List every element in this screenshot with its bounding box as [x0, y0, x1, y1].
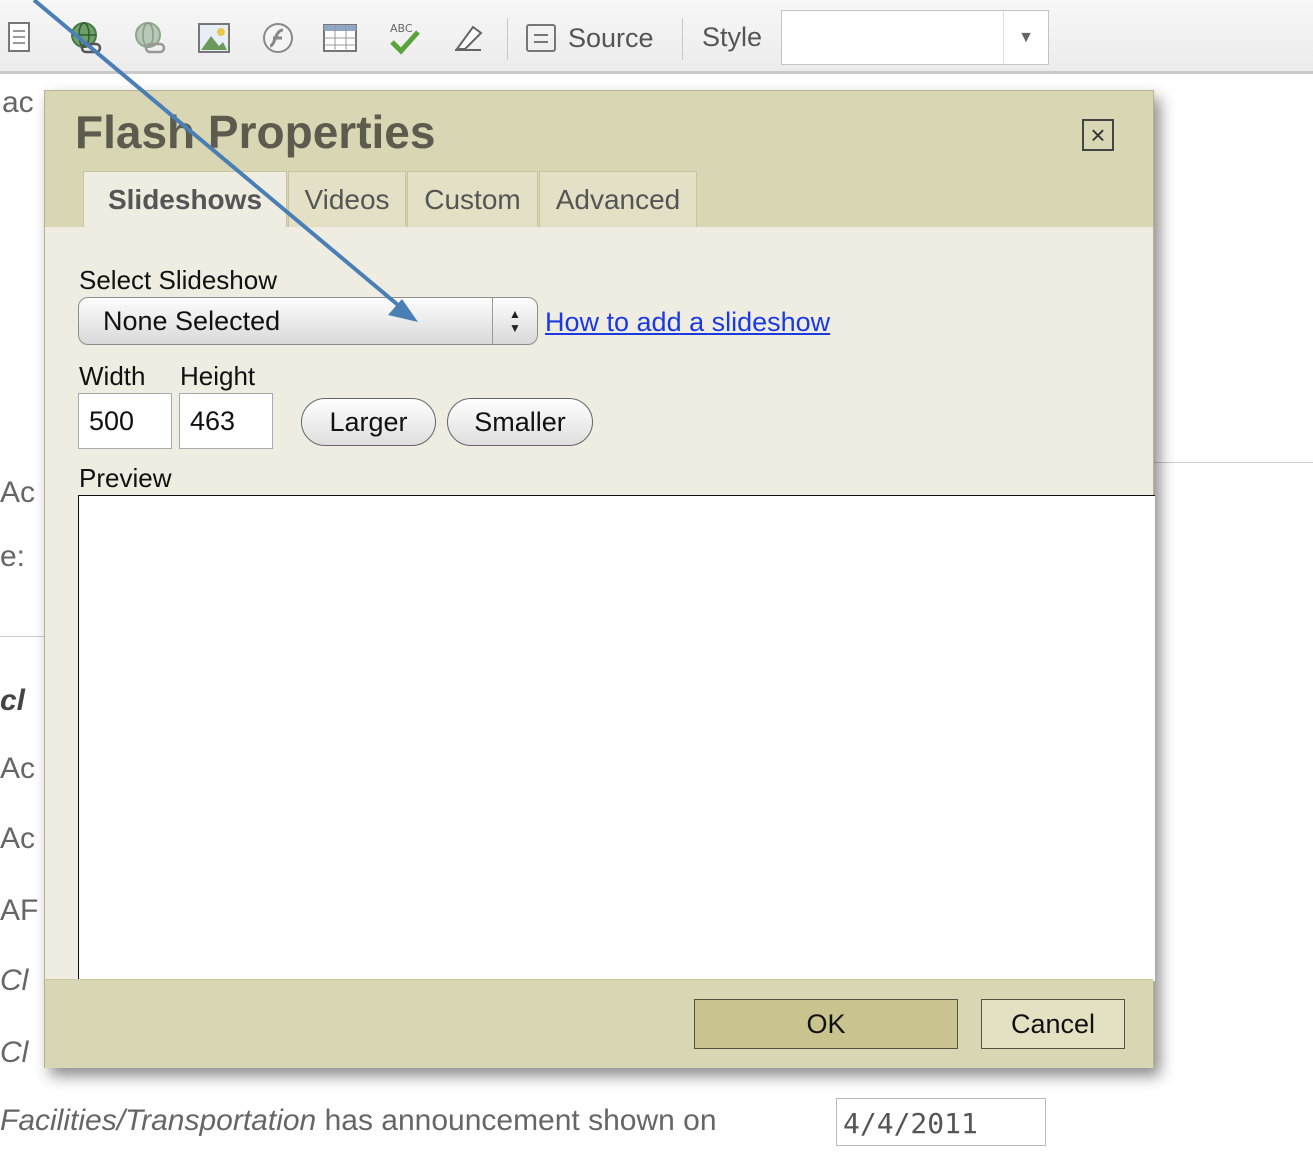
- smaller-button[interactable]: Smaller: [447, 398, 593, 446]
- announcement-rest: has announcement shown on: [316, 1104, 717, 1137]
- close-icon: ×: [1090, 120, 1106, 150]
- width-label: Width: [79, 361, 146, 391]
- ok-button[interactable]: OK: [694, 999, 958, 1049]
- preview-area: [78, 495, 1155, 981]
- cancel-button[interactable]: Cancel: [981, 999, 1125, 1049]
- height-label: Height: [180, 361, 256, 391]
- bg-text-fragment: Ac: [0, 752, 36, 785]
- svg-text:ABC: ABC: [390, 22, 413, 35]
- bg-divider: [1154, 462, 1313, 463]
- larger-button[interactable]: Larger: [301, 398, 436, 446]
- select-stepper-icon: ▲ ▼: [492, 298, 537, 344]
- unlink-globe-icon[interactable]: [130, 18, 170, 58]
- eraser-icon[interactable]: [448, 18, 488, 58]
- announcement-date-input[interactable]: 4/4/2011: [836, 1098, 1046, 1146]
- close-button[interactable]: ×: [1082, 119, 1114, 151]
- bg-text-fragment: AF: [0, 894, 39, 927]
- bg-text-fragment: ac: [2, 86, 34, 119]
- bg-text-fragment: Ac: [0, 476, 36, 509]
- slideshow-select[interactable]: None Selected ▲ ▼: [78, 297, 538, 345]
- announcement-category: Facilities/Transportation: [0, 1104, 317, 1137]
- tab-videos[interactable]: Videos: [288, 171, 406, 227]
- spellcheck-icon[interactable]: ABC: [384, 18, 424, 58]
- source-icon: [526, 24, 556, 52]
- document-icon[interactable]: [0, 18, 40, 58]
- tab-custom[interactable]: Custom: [407, 171, 538, 227]
- bg-divider: [0, 636, 44, 637]
- bg-text-fragment: Ac: [0, 822, 36, 855]
- bg-text-fragment: Cl: [0, 1036, 29, 1069]
- announcement-text: Facilities/Transportation has announceme…: [0, 1104, 717, 1138]
- style-select[interactable]: ▼: [781, 10, 1049, 65]
- bg-text-fragment: e:: [0, 540, 26, 573]
- image-icon[interactable]: [194, 18, 234, 58]
- toolbar-separator: [682, 18, 683, 60]
- source-button[interactable]: Source: [526, 18, 654, 58]
- bg-text-fragment: Cl: [0, 964, 29, 997]
- editor-toolbar: ABC Source Style ▼: [0, 0, 1313, 74]
- flash-icon[interactable]: [258, 18, 298, 58]
- style-label: Style: [702, 22, 763, 52]
- toolbar-separator: [507, 18, 508, 60]
- slideshow-select-value: None Selected: [103, 305, 281, 336]
- link-globe-icon[interactable]: [66, 18, 106, 58]
- height-input[interactable]: 463: [179, 393, 273, 449]
- tab-advanced[interactable]: Advanced: [539, 171, 697, 227]
- dialog-title: Flash Properties: [75, 106, 436, 158]
- tab-slideshows[interactable]: Slideshows: [83, 171, 287, 227]
- table-icon[interactable]: [320, 18, 360, 58]
- select-slideshow-label: Select Slideshow: [79, 265, 277, 295]
- how-to-add-slideshow-link[interactable]: How to add a slideshow: [545, 307, 830, 338]
- source-label: Source: [568, 22, 654, 53]
- preview-label: Preview: [79, 463, 172, 493]
- chevron-down-icon[interactable]: ▼: [1003, 11, 1048, 64]
- width-input[interactable]: 500: [78, 393, 172, 449]
- bg-heading-fragment: cl: [0, 684, 26, 717]
- flash-properties-dialog: Flash Properties × Slideshows Videos Cus…: [44, 90, 1155, 1068]
